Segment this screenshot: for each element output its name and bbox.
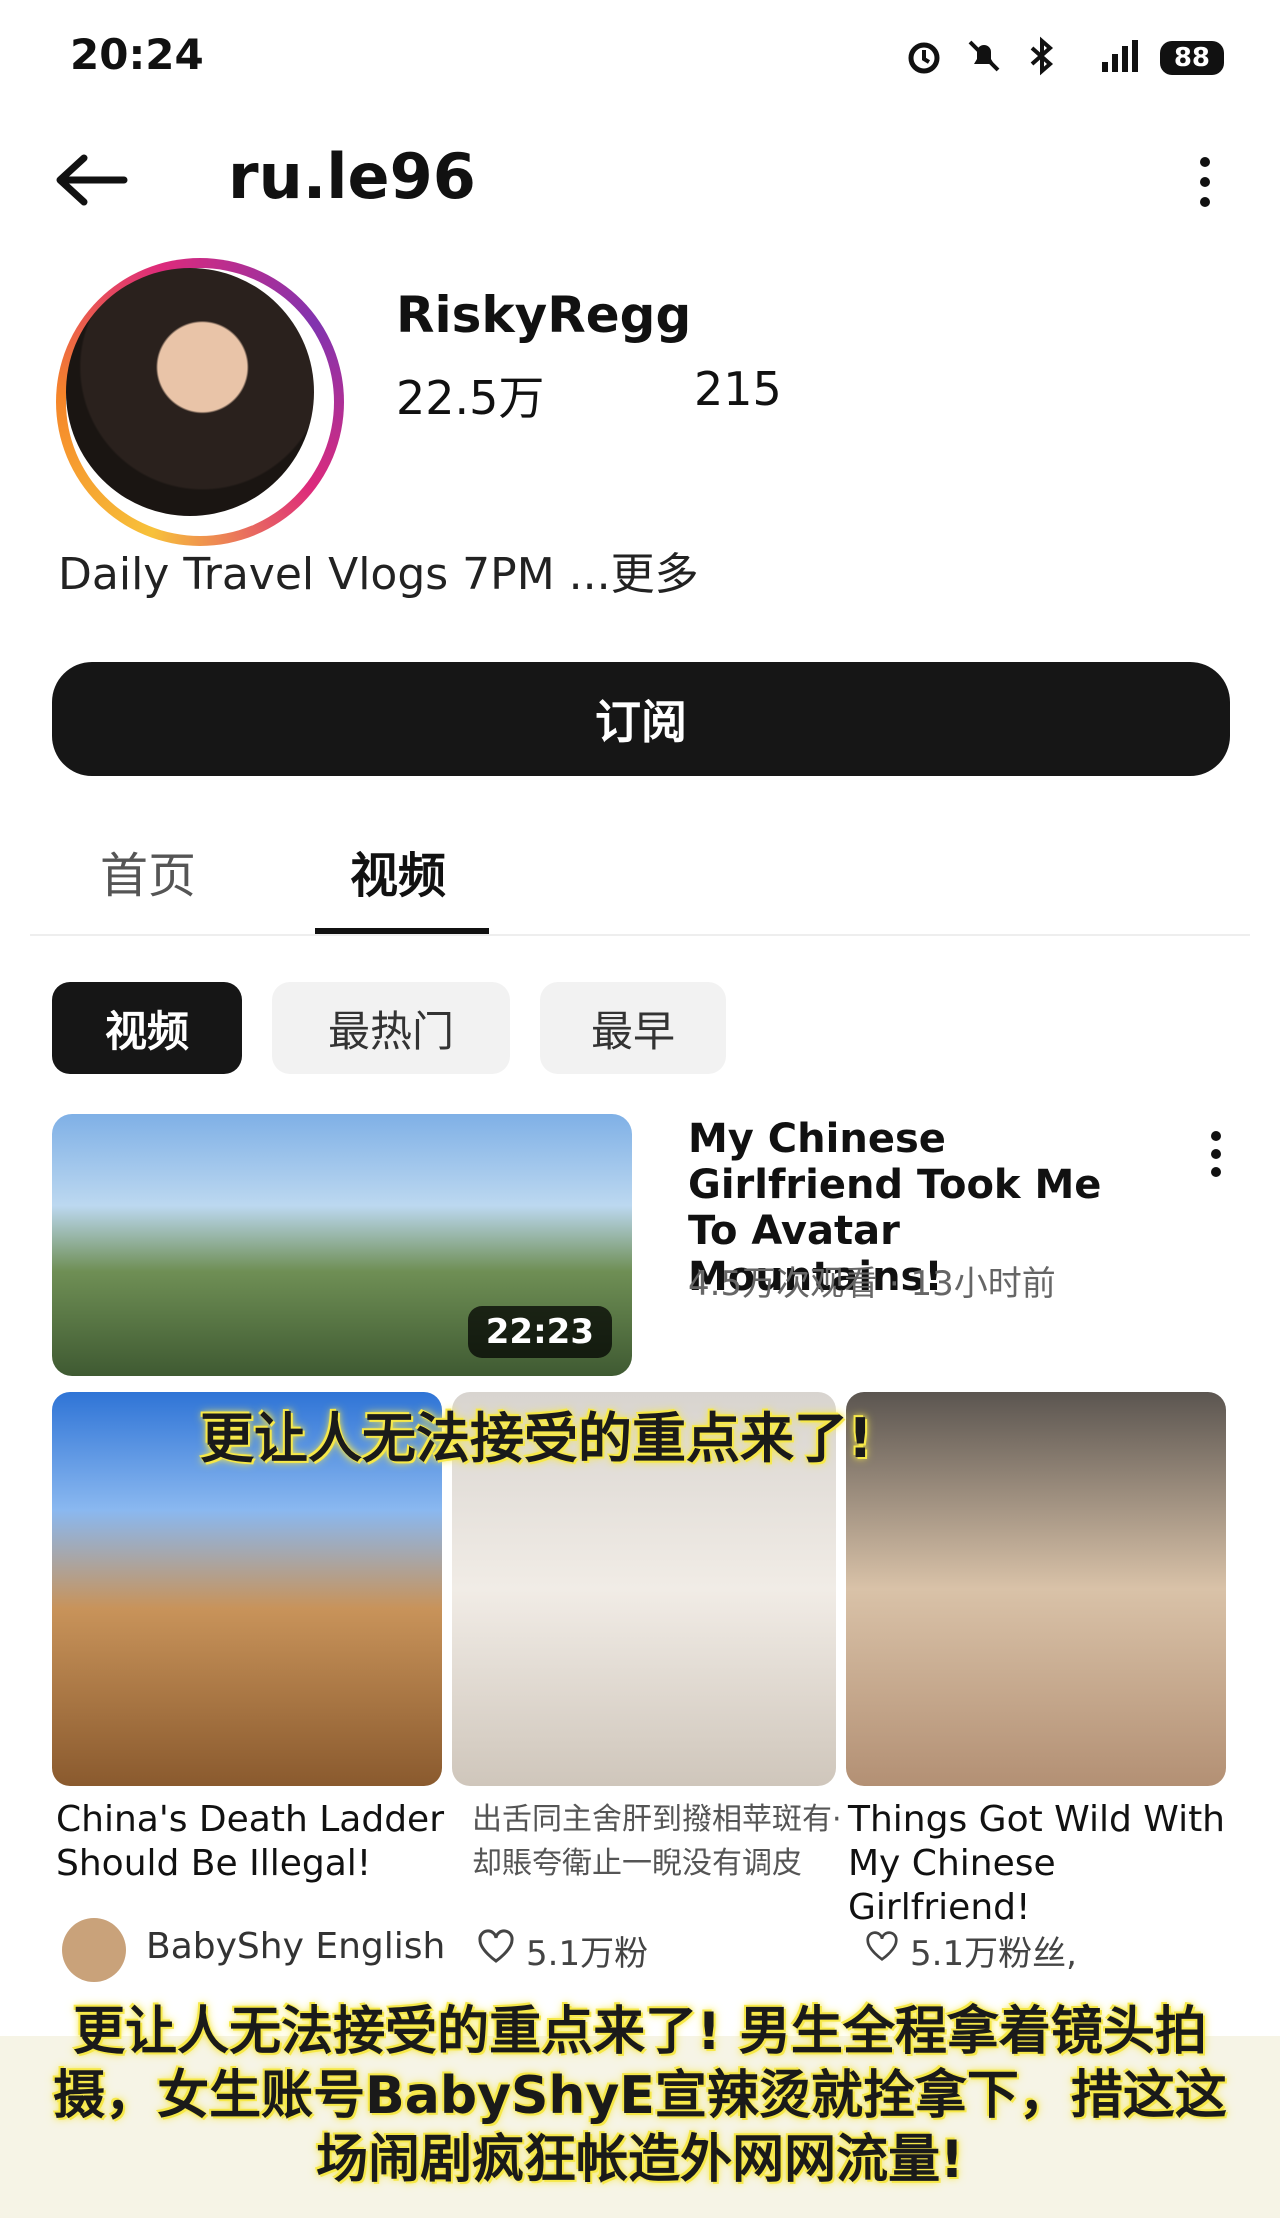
tab-divider xyxy=(30,934,1250,936)
avatar-photo xyxy=(66,268,314,516)
overlay-caption-top: 更让人无法接受的重点来了! xyxy=(200,1407,873,1470)
video-count: 215 xyxy=(694,362,782,416)
status-icons: 88 xyxy=(904,36,1224,80)
tab-videos[interactable]: 视频 xyxy=(350,836,446,906)
channel-avatar[interactable] xyxy=(62,1918,126,1982)
filter-chip-popular[interactable]: 最热门 xyxy=(272,982,510,1074)
subscribe-button[interactable]: 订阅 xyxy=(52,662,1230,776)
channel-handle: ru.le96 xyxy=(228,140,476,213)
like-count-label: 5.1万粉丝, xyxy=(910,1934,1077,1974)
tab-home[interactable]: 首页 xyxy=(100,836,196,906)
grid-video-title[interactable]: 出舌同主舍肝到撥相苹斑有·却賬夸衛止一睨没有调皮 xyxy=(472,1798,842,1886)
like-count[interactable]: 5.1万粉 xyxy=(476,1926,648,1975)
grid-video-title[interactable]: Things Got Wild With My Chinese Girlfrie… xyxy=(848,1798,1238,1930)
filter-chip-videos[interactable]: 视频 xyxy=(52,982,242,1074)
like-count[interactable]: 5.1万粉丝, xyxy=(864,1926,1077,1975)
video-thumbnail[interactable]: 22:23 xyxy=(52,1114,632,1376)
mute-icon xyxy=(964,36,1004,80)
heart-icon xyxy=(476,1928,516,1973)
channel-bio[interactable]: Daily Travel Vlogs 7PM ...更多 xyxy=(58,538,699,602)
like-count-label: 5.1万粉 xyxy=(526,1934,649,1974)
avatar[interactable] xyxy=(56,258,344,546)
video-duration: 22:23 xyxy=(467,1306,612,1358)
filter-chip-oldest[interactable]: 最早 xyxy=(540,982,726,1074)
channel-name: RiskyRegg xyxy=(396,286,692,344)
bluetooth-icon xyxy=(1024,36,1060,80)
more-options-icon[interactable] xyxy=(1190,152,1220,212)
overlay-caption-bottom: 更让人无法接受的重点来了! 男生全程拿着镜头拍摄，女生账号BabyShyE宣辣烫… xyxy=(53,2002,1227,2190)
back-arrow-icon[interactable] xyxy=(52,150,132,210)
signal-icon xyxy=(1080,36,1140,80)
channel-label[interactable]: BabyShy English xyxy=(146,1926,445,1967)
grid-video-thumbnail[interactable] xyxy=(846,1392,1226,1786)
alarm-icon xyxy=(904,36,944,80)
video-meta: 4.5万次观看 · 13小时前 xyxy=(688,1264,1056,1304)
video-more-icon[interactable] xyxy=(1204,1124,1228,1184)
status-time: 20:24 xyxy=(70,30,204,79)
battery-indicator: 88 xyxy=(1159,41,1224,75)
heart-icon xyxy=(864,1930,900,1971)
grid-video-title[interactable]: China's Death Ladder Should Be Illegal! xyxy=(56,1798,446,1886)
subscriber-count: 22.5万 xyxy=(396,371,545,425)
